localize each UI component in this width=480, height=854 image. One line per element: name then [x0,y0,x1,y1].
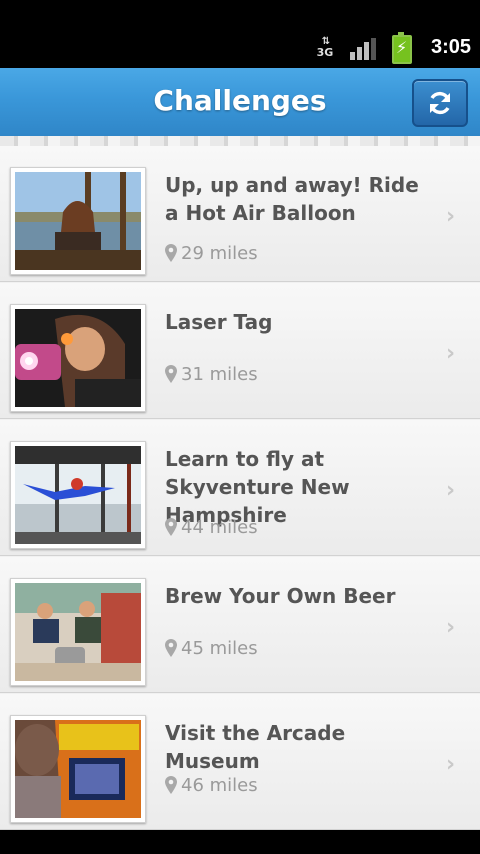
arcade-photo [15,720,141,818]
beer-brewing-photo [15,583,141,681]
challenge-title: Brew Your Own Beer [165,584,396,608]
network-icon: ⇅ 3G [316,36,334,59]
map-pin-icon [165,244,177,262]
challenge-title: Visit the Arcade Museum [165,721,346,773]
chevron-right-icon: › [446,204,456,229]
chevron-right-icon: › [446,752,456,777]
status-bar: ⇅ 3G ⚡ 3:05 [0,0,480,68]
thumbnail [10,304,146,412]
list-item[interactable]: Visit the Arcade Museum 46 miles › [0,694,480,830]
list-item[interactable]: Learn to fly at Skyventure New Hampshire… [0,420,480,556]
thumbnail [10,167,146,275]
list-item[interactable]: Laser Tag 31 miles › [0,283,480,419]
challenge-list[interactable]: Up, up and away! Ride a Hot Air Balloon … [0,146,480,830]
chevron-right-icon: › [446,478,456,503]
challenge-title: Up, up and away! Ride a Hot Air Balloon [165,173,419,225]
map-pin-icon [165,518,177,536]
laser-tag-photo [15,309,141,407]
thumbnail [10,578,146,686]
map-pin-icon [165,365,177,383]
map-pin-icon [165,776,177,794]
app-header: Challenges [0,68,480,136]
refresh-icon [430,91,450,115]
challenge-title: Laser Tag [165,310,273,334]
chevron-right-icon: › [446,615,456,640]
signal-icon [350,38,376,60]
map-pin-icon [165,639,177,657]
challenge-distance: 31 miles [165,364,258,386]
list-item[interactable]: Brew Your Own Beer 45 miles › [0,557,480,693]
clock: 3:05 [430,36,471,58]
thumbnail [10,441,146,549]
challenge-distance: 46 miles [165,775,258,797]
thumbnail [10,715,146,823]
hot-air-balloon-photo [15,172,141,270]
battery-icon: ⚡ [392,32,412,64]
challenge-distance: 45 miles [165,638,258,660]
page-title: Challenges [153,84,327,117]
header-edge [0,136,480,146]
skydiving-tunnel-photo [15,446,141,544]
list-item[interactable]: Up, up and away! Ride a Hot Air Balloon … [0,146,480,282]
chevron-right-icon: › [446,341,456,366]
challenge-distance: 29 miles [165,243,258,265]
challenge-distance: 44 miles [165,517,258,539]
refresh-button[interactable] [412,79,468,127]
bottom-bar [0,830,480,854]
